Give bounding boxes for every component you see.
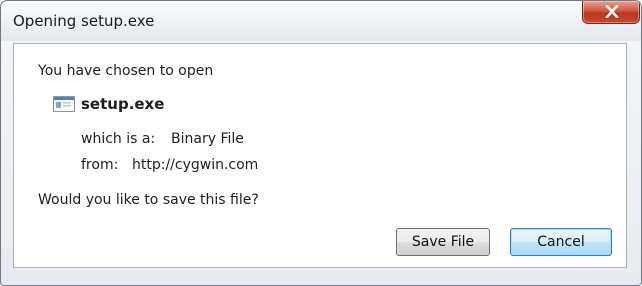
cancel-button[interactable]: Cancel <box>510 228 612 256</box>
file-source-label: from: <box>81 157 119 173</box>
dialog-title: Opening setup.exe <box>13 12 155 30</box>
close-icon <box>605 5 619 18</box>
download-dialog: Opening setup.exe You have chosen to ope… <box>0 0 642 286</box>
file-source-value: http://cygwin.com <box>132 157 259 173</box>
file-name: setup.exe <box>81 95 165 113</box>
intro-text: You have chosen to open <box>38 63 214 79</box>
file-type-label: which is a: <box>81 131 156 147</box>
save-question: Would you like to save this file? <box>38 192 259 208</box>
executable-file-icon <box>53 96 75 112</box>
file-type-value: Binary File <box>171 131 244 147</box>
close-button[interactable] <box>582 1 640 24</box>
title-bar[interactable]: Opening setup.exe <box>1 1 641 41</box>
save-file-button[interactable]: Save File <box>396 228 490 256</box>
